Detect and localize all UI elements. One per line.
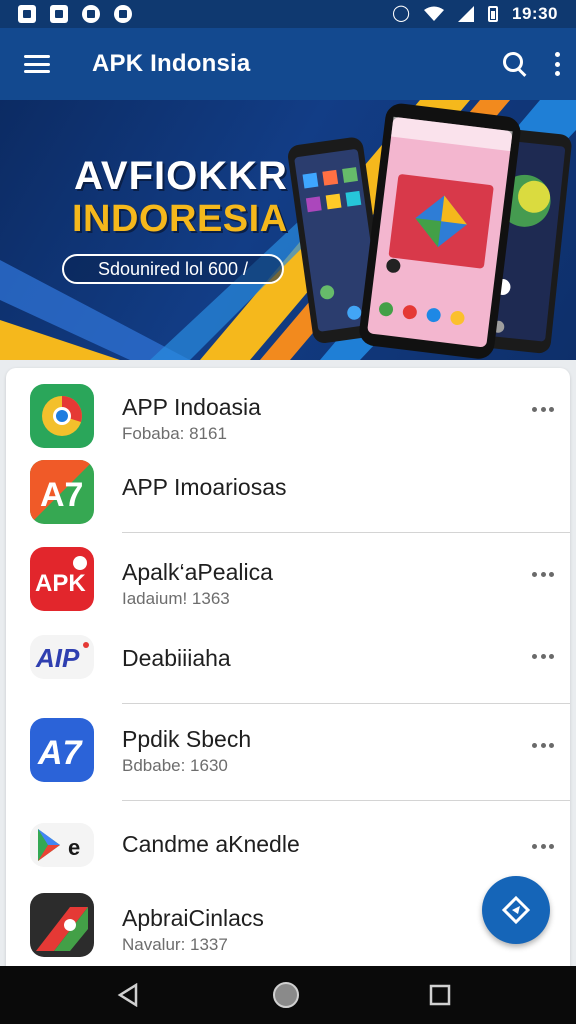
- signal-icon: [458, 6, 475, 22]
- app-name: APP Imoariosas: [122, 474, 287, 500]
- play-store-icon: e: [30, 823, 94, 867]
- list-item[interactable]: APK Apalk‘aPealica Iadaium! 1363: [6, 533, 570, 623]
- svg-text:e: e: [68, 835, 80, 860]
- more-horiz-icon[interactable]: [532, 740, 554, 750]
- app-title: APK Indonsia: [92, 50, 251, 77]
- app-name: Candme aKnedle: [122, 831, 300, 857]
- more-horiz-icon[interactable]: [532, 569, 554, 579]
- app-name: Ppdik Sbech: [122, 726, 252, 752]
- menu-icon[interactable]: [24, 55, 50, 73]
- a7-dark-icon: [30, 893, 94, 957]
- system-nav-bar: [0, 966, 576, 1024]
- chrome-like-icon: [30, 384, 94, 448]
- more-horiz-icon[interactable]: [532, 404, 554, 414]
- a7-blue-icon: A7: [30, 718, 94, 782]
- app-subtitle: Bdbabe: 1630: [122, 756, 228, 775]
- app-name: Deabiiiaha: [122, 645, 231, 671]
- battery-icon: [488, 6, 499, 22]
- search-icon[interactable]: [500, 49, 530, 79]
- alarm-icon: ◯: [392, 5, 411, 22]
- app-name: ApbraiCinlacs: [122, 905, 264, 931]
- fab-button[interactable]: [482, 876, 550, 944]
- svg-text:A7: A7: [37, 734, 84, 772]
- list-item[interactable]: APP Indoasia Fobaba: 8161: [6, 368, 570, 452]
- aip-logo-icon: AIP: [30, 635, 94, 679]
- a7-orange-icon: A7: [30, 460, 94, 524]
- back-icon[interactable]: [116, 983, 140, 1007]
- mail-icon: [50, 5, 68, 23]
- banner-cta-button[interactable]: Sdounired lol 600 /: [62, 254, 284, 284]
- status-bar: ◯ 19:30: [0, 0, 576, 28]
- app-name: Apalk‘aPealica: [122, 559, 273, 585]
- app-subtitle: Iadaium! 1363: [122, 589, 230, 608]
- svg-text:A7: A7: [40, 476, 83, 514]
- recents-icon[interactable]: [428, 983, 452, 1007]
- app-bar: APK Indonsia: [0, 28, 576, 100]
- banner-subtitle: INDORESIA: [72, 198, 288, 240]
- wifi-icon: [424, 6, 445, 21]
- app-subtitle: Fobaba: 8161: [122, 424, 227, 443]
- app-subtitle: Navalur: 1337: [122, 935, 228, 954]
- list-item[interactable]: A7 Ppdik Sbech Bdbabe: 1630: [6, 704, 570, 800]
- promo-banner[interactable]: AVFIOKKR INDORESIA Sdounired lol 600 /: [0, 100, 576, 360]
- svg-text:APK: APK: [35, 570, 86, 597]
- list-item[interactable]: AIP Deabiiiaha: [6, 623, 570, 703]
- apk-red-icon: APK: [30, 547, 94, 611]
- list-item[interactable]: e Candme aKnedle: [6, 801, 570, 883]
- status-left-icons: [18, 5, 132, 23]
- chat-icon: [114, 5, 132, 23]
- app-name: APP Indoasia: [122, 394, 261, 420]
- shield-icon: [82, 5, 100, 23]
- status-right-icons: ◯ 19:30: [392, 4, 558, 24]
- list-item[interactable]: A7 APP Imoariosas: [6, 452, 570, 532]
- home-icon[interactable]: [272, 981, 300, 1009]
- gallery-icon: [18, 5, 36, 23]
- more-horiz-icon[interactable]: [532, 841, 554, 851]
- status-time: 19:30: [512, 4, 558, 23]
- more-vert-icon[interactable]: [552, 52, 562, 76]
- svg-text:AIP: AIP: [35, 643, 80, 673]
- navigate-icon: [501, 895, 531, 925]
- banner-title: AVFIOKKR: [74, 154, 288, 198]
- more-horiz-icon[interactable]: [532, 651, 554, 661]
